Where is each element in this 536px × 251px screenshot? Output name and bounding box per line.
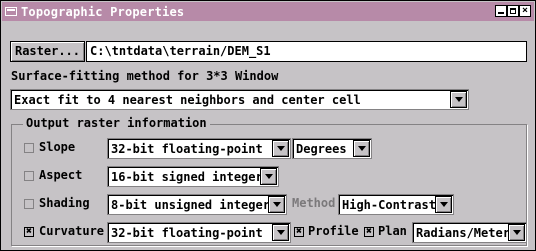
window-menu-icon[interactable] bbox=[5, 7, 17, 16]
shading-method-value: High-Contrast bbox=[342, 198, 436, 212]
slope-checkbox[interactable] bbox=[24, 143, 34, 153]
shading-data-type-select[interactable]: 8-bit unsigned integer bbox=[107, 194, 287, 215]
slope-units-select[interactable]: Degrees bbox=[292, 138, 372, 159]
curvature-checkbox[interactable]: ✖ bbox=[24, 227, 34, 237]
aspect-label: Aspect bbox=[39, 168, 83, 182]
chevron-down-icon[interactable] bbox=[508, 224, 525, 241]
shading-checkbox[interactable] bbox=[24, 199, 34, 209]
shading-label: Shading bbox=[39, 196, 90, 210]
aspect-data-type-select[interactable]: 16-bit signed integer bbox=[107, 166, 279, 187]
title-bar[interactable]: Topographic Properties × bbox=[2, 2, 534, 21]
raster-button[interactable]: Raster... bbox=[10, 41, 85, 62]
plan-label: Plan bbox=[378, 224, 407, 238]
chevron-down-icon[interactable] bbox=[272, 140, 289, 157]
chevron-down-icon[interactable] bbox=[450, 91, 467, 108]
checkmark-icon: ✖ bbox=[25, 226, 33, 237]
curvature-units-select[interactable]: Radians/Meter bbox=[412, 222, 527, 243]
aspect-data-type-value: 16-bit signed integer bbox=[111, 170, 263, 184]
topographic-properties-window: Topographic Properties × Raster... C:\tn… bbox=[0, 0, 536, 251]
minimize-button[interactable] bbox=[495, 5, 507, 17]
shading-data-type-value: 8-bit unsigned integer bbox=[111, 198, 270, 212]
aspect-checkbox[interactable] bbox=[24, 171, 34, 181]
profile-checkbox[interactable]: ✖ bbox=[294, 227, 304, 237]
surface-fitting-method-value: Exact fit to 4 nearest neighbors and cen… bbox=[14, 93, 361, 107]
surface-fitting-method-select[interactable]: Exact fit to 4 nearest neighbors and cen… bbox=[10, 89, 469, 110]
curvature-units-value: Radians/Meter bbox=[416, 226, 510, 240]
chevron-down-icon[interactable] bbox=[260, 168, 277, 185]
maximize-button[interactable] bbox=[507, 5, 519, 17]
plan-checkbox[interactable]: ✖ bbox=[364, 227, 374, 237]
checkmark-icon: ✖ bbox=[365, 226, 373, 237]
slope-data-type-value: 32-bit floating-point bbox=[111, 142, 263, 156]
shading-method-select[interactable]: High-Contrast bbox=[338, 194, 454, 215]
chevron-down-icon[interactable] bbox=[435, 196, 452, 213]
close-button[interactable]: × bbox=[519, 5, 531, 17]
close-icon: × bbox=[521, 5, 529, 16]
slope-data-type-select[interactable]: 32-bit floating-point bbox=[107, 138, 291, 159]
curvature-data-type-value: 32-bit floating-point bbox=[111, 226, 263, 240]
output-raster-group-title: Output raster information bbox=[23, 116, 210, 130]
chevron-down-icon[interactable] bbox=[353, 140, 370, 157]
curvature-label: Curvature bbox=[39, 224, 105, 238]
shading-method-label: Method bbox=[292, 196, 336, 210]
slope-label: Slope bbox=[39, 140, 76, 154]
profile-label: Profile bbox=[308, 224, 359, 238]
curvature-data-type-select[interactable]: 32-bit floating-point bbox=[107, 222, 291, 243]
raster-path-field[interactable]: C:\tntdata\terrain/DEM_S1 bbox=[86, 41, 527, 62]
checkmark-icon: ✖ bbox=[295, 226, 303, 237]
slope-units-value: Degrees bbox=[296, 142, 347, 156]
surface-fitting-label: Surface-fitting method for 3*3 Window bbox=[11, 69, 279, 83]
window-title: Topographic Properties bbox=[21, 5, 185, 19]
chevron-down-icon[interactable] bbox=[272, 224, 289, 241]
chevron-down-icon[interactable] bbox=[268, 196, 285, 213]
